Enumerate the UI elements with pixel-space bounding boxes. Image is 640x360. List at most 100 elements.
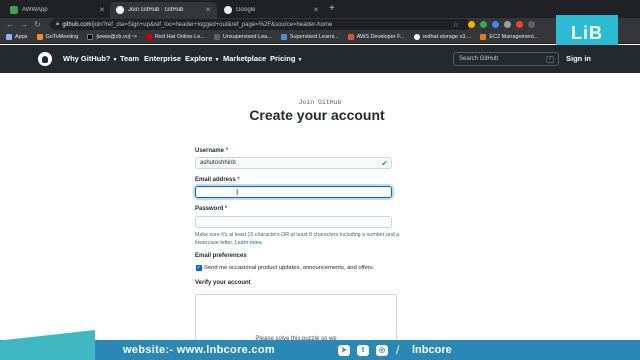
nav-label: Pricing <box>270 54 296 63</box>
extension-icon[interactable] <box>528 21 535 28</box>
password-hint: Make sure it's at least 15 characters OR… <box>195 231 420 247</box>
bookmark-redhat[interactable]: Red Hat Online Le... <box>146 34 205 40</box>
email-label: Email address * <box>195 177 240 183</box>
banner-accent-shape <box>0 330 95 360</box>
join-eyebrow: Join GitHub <box>298 99 342 106</box>
close-tab-icon[interactable]: ✕ <box>205 6 211 14</box>
tab-google[interactable]: Google ✕ <box>218 2 325 18</box>
nav-team[interactable]: Team <box>120 54 139 63</box>
bookmark-redhat-storage[interactable]: redhat storage v3.... <box>413 34 472 40</box>
browser-toolbar: ← → ↻ 🔒︎ github.com/join?ref_cta=Sign+up… <box>0 18 640 31</box>
extension-icon[interactable] <box>492 21 499 28</box>
bookmark-ec2[interactable]: EC2 Management... <box>480 34 538 40</box>
page-title: Create your account <box>249 107 385 123</box>
bookmark-aws[interactable]: AWS Developer F... <box>347 34 405 40</box>
github-favicon-icon <box>116 6 124 14</box>
extension-icon[interactable] <box>504 21 511 28</box>
updates-checkbox[interactable]: ✓ <box>196 265 202 271</box>
lock-icon: 🔒︎ <box>56 21 60 27</box>
chevron-down-icon: ▼ <box>297 57 303 63</box>
tab-title: AWWApp <box>22 7 48 13</box>
browser-tab-strip: AWWApp ✕ Join GitHub · GitHub ✕ Google ✕… <box>0 0 640 18</box>
nav-enterprise[interactable]: Enterprise <box>144 54 181 63</box>
bookmark-label: Apps <box>15 34 28 40</box>
password-field[interactable] <box>195 216 392 228</box>
required-mark: * <box>237 177 240 183</box>
tab-awwapp[interactable]: AWWApp ✕ <box>4 2 111 18</box>
username-field[interactable]: ashutoshhinb ✔ <box>195 157 392 169</box>
back-arrow-icon[interactable]: ← <box>6 19 14 30</box>
footer-banner <box>0 340 640 360</box>
bookmark-cbvu[interactable]: {www@cb.vu}~> <box>87 34 137 40</box>
bookmark-star-icon[interactable]: ☆ <box>452 19 459 30</box>
aws-icon <box>480 34 487 40</box>
close-tab-icon[interactable]: ✕ <box>99 6 105 14</box>
email-field[interactable]: I <box>195 186 392 198</box>
nav-marketplace[interactable]: Marketplace <box>223 54 266 63</box>
hint-text: Make sure it's at least 15 characters OR… <box>195 232 400 246</box>
extension-icon[interactable] <box>468 21 475 28</box>
bookmark-label: redhat storage v3.... <box>422 34 472 40</box>
label-text: Username <box>195 148 225 154</box>
nav-label: Why GitHub? <box>63 54 111 63</box>
aws-icon <box>347 34 354 40</box>
gotomeeting-icon <box>36 34 43 40</box>
nav-pricing[interactable]: Pricing ▼ <box>270 54 302 63</box>
google-favicon-icon <box>224 6 232 14</box>
bookmark-label: GoToMeeting <box>45 34 79 40</box>
social-handle: lnbcore <box>412 344 452 356</box>
password-label: Password * <box>195 206 227 212</box>
address-bar[interactable]: 🔒︎ github.com/join?ref_cta=Sign+up&ref_l… <box>50 19 470 30</box>
twitter-icon: t <box>357 345 369 356</box>
bookmark-label: {www@cb.vu}~> <box>96 34 138 40</box>
github-icon <box>413 34 420 40</box>
awwapp-favicon-icon <box>10 6 18 14</box>
verify-account-label: Verify your account <box>195 280 251 286</box>
bookmark-label: Unsupervised Lea... <box>222 34 272 40</box>
nav-explore[interactable]: Explore ▼ <box>185 54 219 63</box>
bookmark-gotomeeting[interactable]: GoToMeeting <box>36 34 79 40</box>
bookmark-apps[interactable]: Apps <box>6 34 28 40</box>
reload-icon[interactable]: ↻ <box>34 19 41 30</box>
telegram-icon: ➤ <box>338 345 350 356</box>
instagram-icon: ◎ <box>376 345 388 356</box>
bookmarks-bar: Apps GoToMeeting {www@cb.vu}~> Red Hat O… <box>0 31 640 44</box>
learn-more-link[interactable]: Learn more. <box>235 240 264 246</box>
extension-icon[interactable] <box>480 21 487 28</box>
chevron-down-icon: ▼ <box>214 57 220 63</box>
bookmark-label: Supervised Learni... <box>289 34 339 40</box>
github-octocat-icon[interactable] <box>38 52 52 66</box>
extension-icon[interactable] <box>516 21 523 28</box>
updates-checkbox-label[interactable]: Send me occasional product updates, anno… <box>204 265 374 271</box>
github-search-input[interactable]: Search GitHub / <box>453 52 559 66</box>
label-text: Password <box>195 206 224 212</box>
banner-separator: / <box>396 343 400 357</box>
captcha-box[interactable]: Please solve this puzzle so we <box>195 294 397 344</box>
apps-grid-icon <box>6 34 12 40</box>
tab-title: Google <box>236 7 256 13</box>
bookmark-label: Red Hat Online Le... <box>155 34 205 40</box>
new-tab-button[interactable]: + <box>329 3 335 15</box>
sign-in-link[interactable]: Sign in <box>566 54 591 63</box>
github-header: Why GitHub? ▼ Team Enterprise Explore ▼ Ma… <box>0 45 640 73</box>
website-text: website:- www.lnbcore.com <box>123 344 275 356</box>
url-path: /join?ref_cta=Sign+up&ref_loc=header+log… <box>91 21 333 28</box>
label-text: Email address <box>195 177 236 183</box>
page-icon <box>280 34 287 40</box>
redhat-icon <box>146 34 153 40</box>
nav-label: Explore <box>185 54 213 63</box>
bookmark-label: AWS Developer F... <box>356 34 405 40</box>
close-tab-icon[interactable]: ✕ <box>313 6 319 14</box>
bookmark-supervised[interactable]: Supervised Learni... <box>280 34 339 40</box>
bookmark-unsupervised[interactable]: Unsupervised Lea... <box>213 34 272 40</box>
nav-why-github[interactable]: Why GitHub? ▼ <box>63 54 117 63</box>
slash-shortcut-badge: / <box>546 56 554 63</box>
required-mark: * <box>225 148 229 154</box>
checkmark-icon: ✔ <box>381 159 388 168</box>
tab-join-github[interactable]: Join GitHub · GitHub ✕ <box>110 2 217 18</box>
username-label: Username * <box>195 148 228 154</box>
terminal-icon <box>87 34 94 40</box>
bookmark-label: EC2 Management... <box>489 34 539 40</box>
forward-arrow-icon[interactable]: → <box>20 19 28 30</box>
text-cursor-icon: I <box>236 188 239 197</box>
